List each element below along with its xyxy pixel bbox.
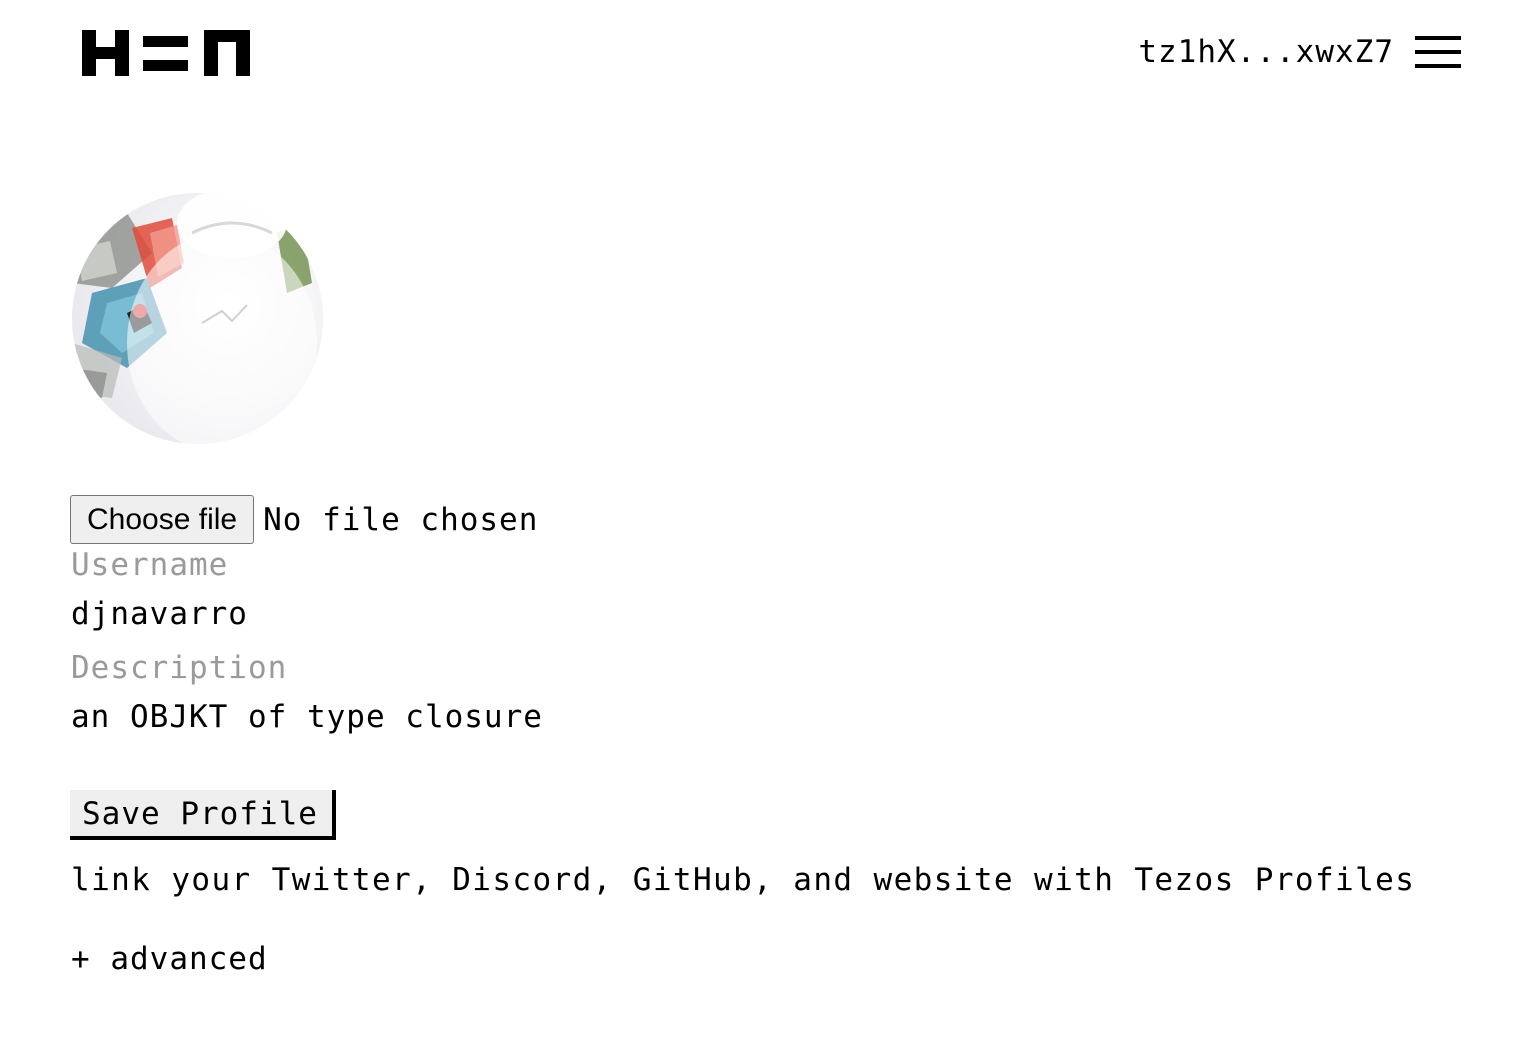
username-label: Username: [71, 547, 229, 583]
file-upload-row: Choose file No file chosen: [70, 495, 538, 544]
choose-file-button[interactable]: Choose file: [70, 495, 255, 544]
file-status: No file chosen: [263, 501, 539, 538]
tezos-profiles-link[interactable]: link your Twitter, Discord, GitHub, and …: [71, 862, 1415, 898]
hen-logo-icon[interactable]: [82, 30, 250, 76]
hamburger-menu-icon[interactable]: [1415, 36, 1461, 70]
advanced-toggle[interactable]: + advanced: [71, 941, 268, 977]
description-label: Description: [71, 650, 288, 686]
avatar-image: [72, 193, 323, 444]
avatar: [72, 193, 323, 444]
wallet-address[interactable]: tz1hX...xwxZ7: [1138, 32, 1394, 72]
save-profile-button[interactable]: Save Profile: [70, 790, 336, 840]
top-header: tz1hX...xwxZ7: [0, 0, 1530, 110]
description-input[interactable]: [71, 695, 971, 739]
username-input[interactable]: [71, 592, 971, 636]
